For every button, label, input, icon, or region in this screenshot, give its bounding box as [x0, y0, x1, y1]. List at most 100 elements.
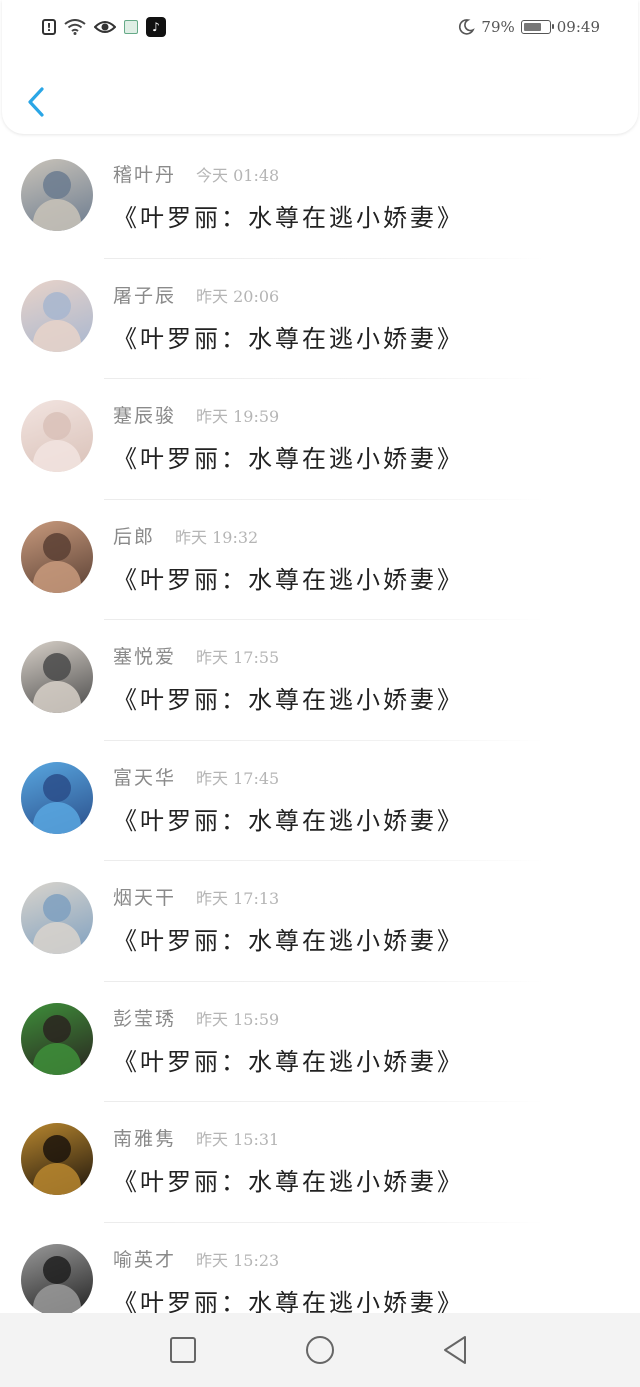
avatar-head [43, 1255, 71, 1284]
nav-back-button[interactable] [439, 1333, 473, 1367]
message-text: 《叶罗丽：水尊在逃小娇妻》 [113, 565, 464, 594]
app-icon [124, 20, 138, 34]
message-text: 《叶罗丽：水尊在逃小娇妻》 [113, 1168, 464, 1196]
sender-name: 烟天干 [113, 887, 177, 909]
avatar-head [43, 412, 71, 440]
message-time: 昨天 19:32 [175, 527, 259, 547]
message-row[interactable]: 屠子辰 昨天 20:06 《叶罗丽：水尊在逃小娇妻》 [0, 259, 640, 379]
avatar-body [33, 1283, 81, 1316]
avatar-body [33, 560, 81, 593]
message-time: 昨天 19:59 [196, 407, 280, 426]
message-text: 《叶罗丽：水尊在逃小娇妻》 [113, 686, 464, 714]
message-row[interactable]: 蹇辰骏 昨天 19:59 《叶罗丽：水尊在逃小娇妻》 [0, 379, 640, 500]
message-time: 今天 01:48 [196, 166, 280, 185]
avatar[interactable] [21, 1243, 93, 1316]
message-meta: 屠子辰 昨天 20:06 [113, 281, 279, 307]
avatar[interactable] [21, 641, 93, 713]
message-meta: 南雅隽 昨天 15:31 [113, 1124, 279, 1150]
avatar-body [33, 681, 81, 713]
sender-name: 蹇辰骏 [113, 405, 177, 427]
message-time: 昨天 20:06 [196, 286, 280, 306]
avatar-body [33, 319, 81, 352]
message-meta: 富天华 昨天 17:45 [113, 763, 279, 789]
message-meta: 烟天干 昨天 17:13 [113, 883, 279, 909]
avatar[interactable] [21, 159, 93, 231]
message-meta: 蹇辰骏 昨天 19:59 [113, 401, 279, 427]
sender-name: 彭莹琇 [113, 1007, 177, 1030]
message-meta: 彭莹琇 昨天 15:59 [113, 1004, 279, 1030]
home-icon [306, 1336, 334, 1364]
avatar[interactable] [21, 1123, 93, 1195]
message-time: 昨天 17:45 [196, 768, 280, 788]
message-list: 稽叶丹 今天 01:48 《叶罗丽：水尊在逃小娇妻》 屠子辰 昨天 20:06 《叶罗丽：… [0, 138, 640, 1343]
message-row[interactable]: 富天华 昨天 17:45 《叶罗丽：水尊在逃小娇妻》 [0, 741, 640, 861]
recent-apps-button[interactable] [166, 1333, 200, 1367]
chevron-left-icon [28, 87, 44, 117]
sender-name: 富天华 [113, 766, 177, 789]
avatar-head [43, 653, 71, 681]
message-meta: 喻英才 昨天 15:23 [113, 1245, 279, 1271]
avatar-head [43, 291, 71, 320]
message-time: 昨天 15:23 [196, 1250, 280, 1270]
sender-name: 南雅隽 [113, 1128, 177, 1150]
message-text: 《叶罗丽：水尊在逃小娇妻》 [113, 324, 464, 353]
sender-name: 后郎 [113, 525, 156, 548]
sender-name: 稽叶丹 [113, 164, 177, 186]
avatar-body [33, 440, 81, 472]
message-time: 昨天 17:13 [196, 889, 280, 908]
message-meta: 塞悦爱 昨天 17:55 [113, 642, 279, 668]
wifi-icon [64, 19, 86, 35]
moon-icon [457, 18, 476, 36]
avatar[interactable] [21, 1002, 93, 1075]
alert-icon: ! [42, 19, 56, 35]
avatar[interactable] [21, 520, 93, 593]
message-text: 《叶罗丽：水尊在逃小娇妻》 [113, 927, 464, 955]
message-time: 昨天 15:59 [196, 1009, 280, 1029]
avatar-body [33, 199, 81, 231]
home-button[interactable] [303, 1333, 337, 1367]
avatar[interactable] [21, 400, 93, 472]
sender-name: 屠子辰 [113, 284, 177, 307]
recent-apps-icon [170, 1337, 196, 1363]
message-row[interactable]: 稽叶丹 今天 01:48 《叶罗丽：水尊在逃小娇妻》 [0, 138, 640, 259]
avatar-head [43, 1135, 71, 1163]
message-time: 昨天 15:31 [196, 1130, 280, 1149]
avatar-head [43, 894, 71, 922]
avatar-body [33, 1163, 81, 1195]
sender-name: 塞悦爱 [113, 646, 177, 668]
back-triangle-icon [444, 1336, 466, 1364]
avatar-body [33, 801, 81, 834]
message-text: 《叶罗丽：水尊在逃小娇妻》 [113, 1047, 464, 1076]
message-row[interactable]: 后郎 昨天 19:32 《叶罗丽：水尊在逃小娇妻》 [0, 500, 640, 620]
message-row[interactable]: 塞悦爱 昨天 17:55 《叶罗丽：水尊在逃小娇妻》 [0, 620, 640, 741]
message-text: 《叶罗丽：水尊在逃小娇妻》 [113, 806, 464, 835]
message-time: 昨天 17:55 [196, 648, 280, 667]
battery-fill [523, 23, 541, 31]
message-row[interactable]: 彭莹琇 昨天 15:59 《叶罗丽：水尊在逃小娇妻》 [0, 982, 640, 1102]
message-text: 《叶罗丽：水尊在逃小娇妻》 [113, 445, 464, 473]
sender-name: 喻英才 [113, 1248, 177, 1271]
message-meta: 后郎 昨天 19:32 [113, 522, 258, 548]
message-row[interactable]: 烟天干 昨天 17:13 《叶罗丽：水尊在逃小娇妻》 [0, 861, 640, 982]
back-button[interactable] [22, 84, 52, 120]
battery-icon [520, 20, 554, 34]
battery-percent: 79% [481, 18, 515, 36]
tiktok-icon: ♪ [146, 17, 166, 37]
avatar-head [43, 773, 71, 802]
message-row[interactable]: 南雅隽 昨天 15:31 《叶罗丽：水尊在逃小娇妻》 [0, 1102, 640, 1223]
avatar[interactable] [21, 279, 93, 352]
avatar[interactable] [21, 761, 93, 834]
avatar-head [43, 1014, 71, 1043]
avatar-head [43, 532, 71, 561]
avatar-head [43, 171, 71, 199]
message-text: 《叶罗丽：水尊在逃小娇妻》 [113, 204, 464, 232]
status-right-icons: 79% 09:49 [457, 12, 600, 42]
clock: 09:49 [556, 18, 600, 36]
message-meta: 稽叶丹 今天 01:48 [113, 160, 279, 186]
top-app-bar: ! ♪ 79% 09:49 [2, 0, 638, 134]
system-nav-bar [0, 1313, 640, 1387]
avatar[interactable] [21, 882, 93, 954]
avatar-body [33, 922, 81, 954]
avatar-body [33, 1042, 81, 1075]
status-bar: ! ♪ 79% 09:49 [2, 12, 638, 42]
